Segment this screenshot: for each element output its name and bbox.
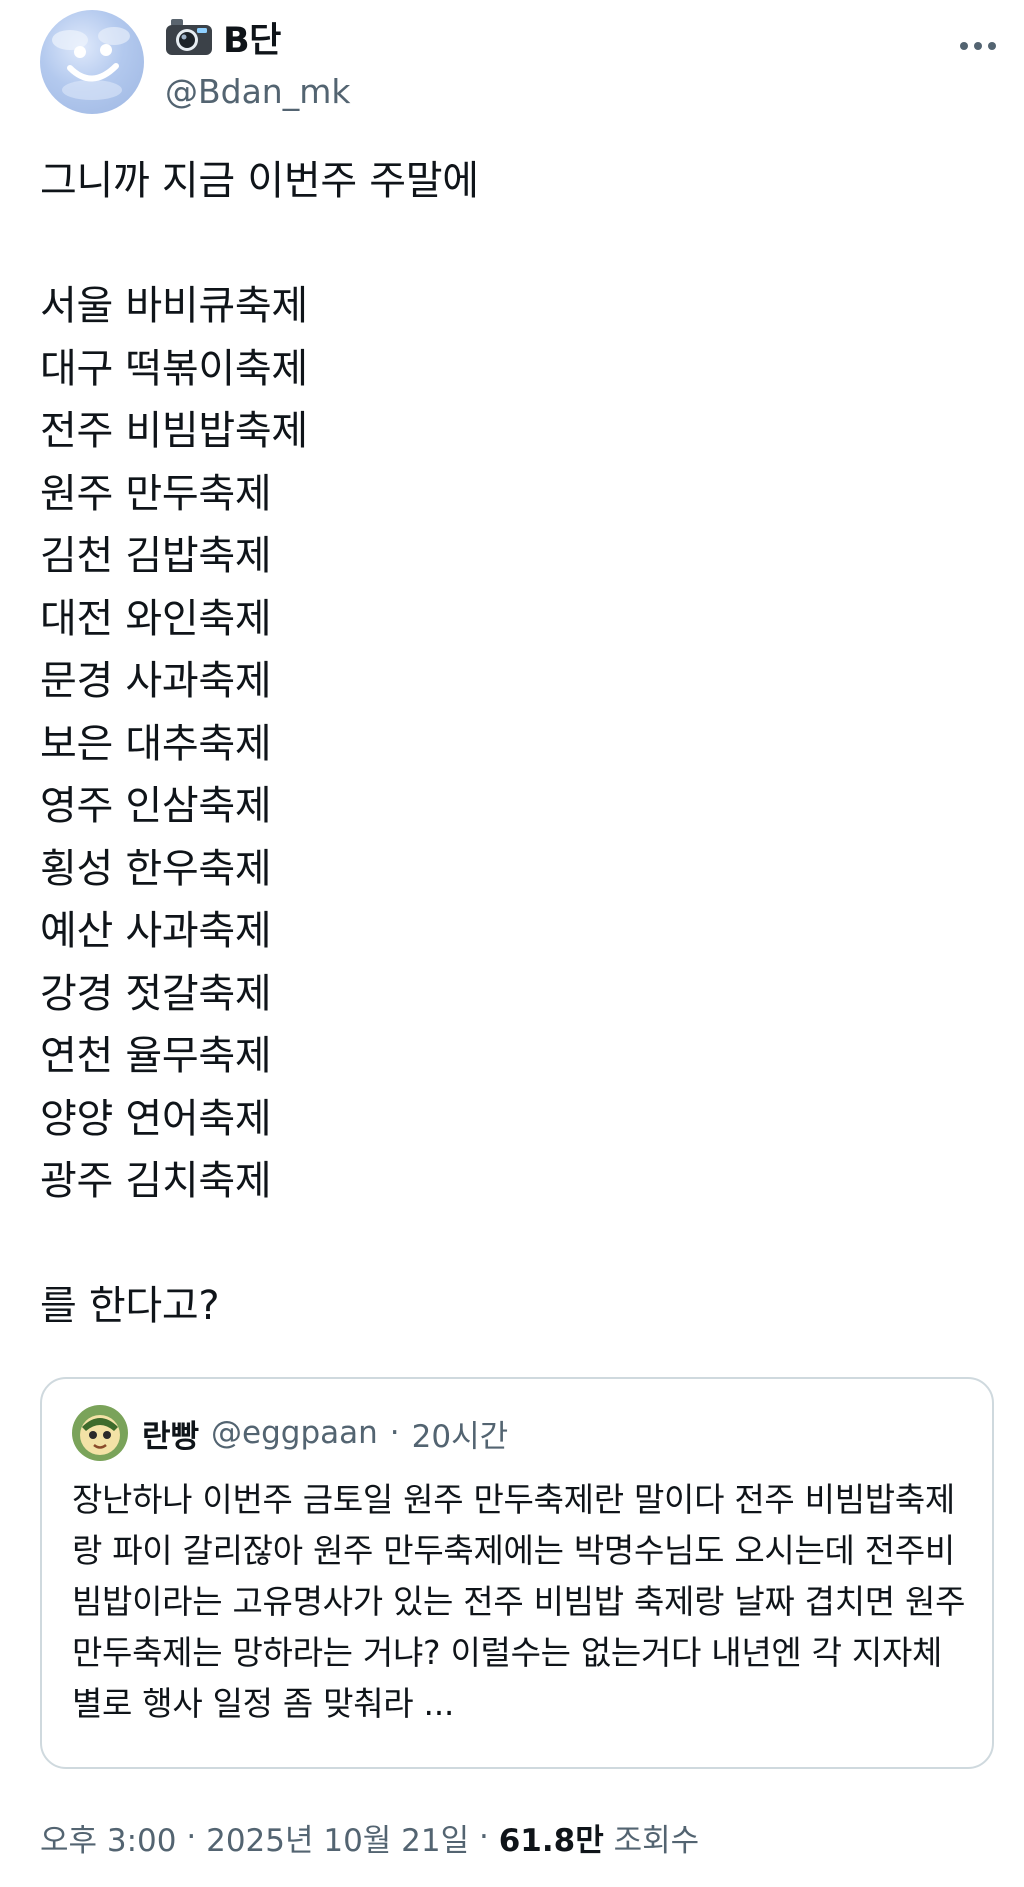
quoted-tweet-card[interactable]: 란빵 @eggpaan · 20시간 장난하나 이번주 금토일 원주 만두축제란… — [40, 1377, 994, 1769]
quoted-author-name: 란빵 — [142, 1418, 200, 1455]
views-label: 조회수 — [613, 1822, 700, 1859]
more-horizontal-icon[interactable] — [956, 28, 1000, 64]
tweet-meta: 오후 3:00 · 2025년 10월 21일 · 61.8만 조회수 — [40, 1812, 699, 1862]
author-name-row: B단 — [165, 12, 281, 63]
meta-separator-dot-2: · — [479, 1819, 489, 1855]
tweet-time[interactable]: 오후 3:00 — [40, 1815, 177, 1860]
meta-separator-dot: · — [186, 1819, 197, 1855]
views-count: 61.8만 — [498, 1822, 604, 1859]
tweet-date[interactable]: 2025년 10월 21일 — [206, 1815, 469, 1860]
quoted-timestamp: 20시간 — [411, 1418, 509, 1455]
quoted-tweet-header: 란빵 @eggpaan · 20시간 — [72, 1405, 508, 1461]
quoted-author-handle: @eggpaan — [211, 1415, 378, 1451]
smiley-cloud-icon — [52, 27, 130, 100]
author-handle[interactable]: @Bdan_mk — [165, 72, 350, 111]
quoted-separator: · — [389, 1415, 400, 1451]
meta-separator-2: · — [469, 1819, 499, 1855]
quoted-author-avatar[interactable] — [72, 1405, 128, 1461]
author-display-name[interactable]: B단 — [223, 12, 281, 63]
author-avatar[interactable] — [40, 10, 144, 114]
tweet-header: B단 @Bdan_mk — [40, 10, 1000, 120]
meta-separator: · — [177, 1819, 207, 1855]
quoted-tweet-text: 장난하나 이번주 금토일 원주 만두축제란 말이다 전주 비빔밥축제랑 파이 갈… — [72, 1480, 966, 1723]
tweet-body-text: 그니까 지금 이번주 주말에 서울 바비큐축제 대구 떡볶이축제 전주 비빔밥축… — [40, 158, 479, 1329]
camera-with-flash-icon — [166, 19, 212, 55]
views-spacer — [604, 1819, 614, 1855]
